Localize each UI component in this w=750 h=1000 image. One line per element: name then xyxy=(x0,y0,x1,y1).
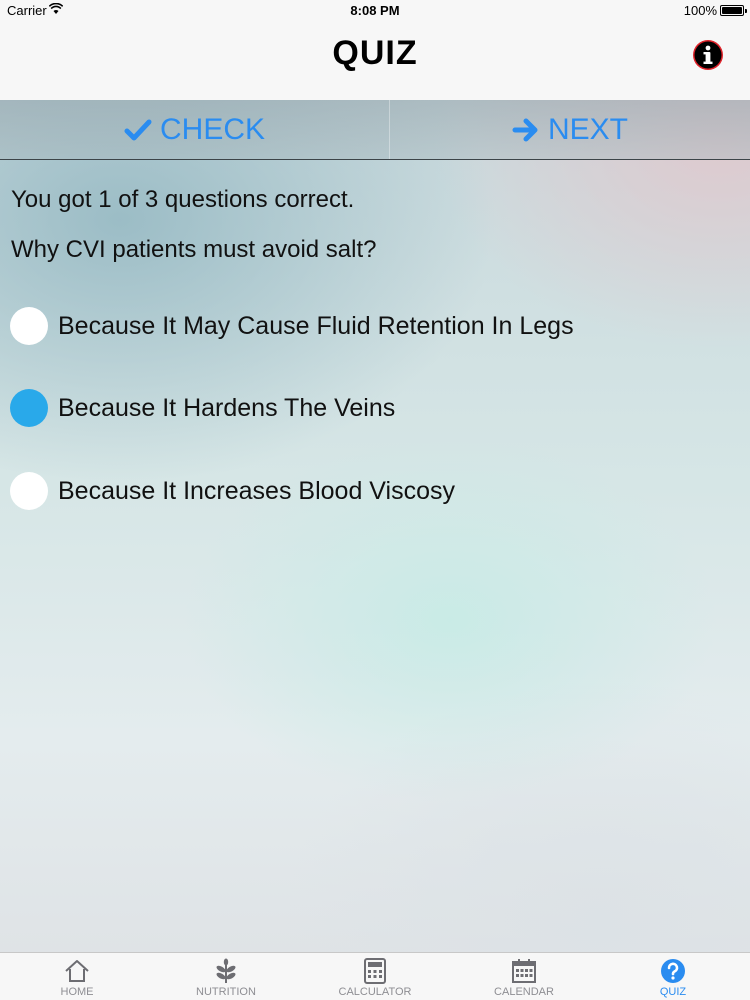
radio-button[interactable] xyxy=(10,307,48,345)
tab-calculator[interactable]: CALCULATOR xyxy=(300,953,450,1000)
tab-calendar[interactable]: CALENDAR xyxy=(449,953,599,1000)
check-label: CHECK xyxy=(159,112,265,146)
tab-label: NUTRITION xyxy=(196,986,256,998)
answer-label: Because It Hardens The Veins xyxy=(58,393,396,422)
check-button[interactable]: CHECK xyxy=(0,100,389,159)
answer-option[interactable]: Because It May Cause Fluid Retention In … xyxy=(10,306,574,346)
next-label: NEXT xyxy=(547,112,628,146)
calendar-icon xyxy=(512,959,536,983)
tab-label: CALCULATOR xyxy=(338,986,412,998)
action-toolbar: CHECK NEXT xyxy=(0,100,750,160)
battery-icon xyxy=(720,5,747,16)
answer-label: Because It May Cause Fluid Retention In … xyxy=(58,311,574,340)
battery-percent: 100% xyxy=(683,3,717,18)
radio-button[interactable] xyxy=(10,472,48,510)
status-time: 8:08 PM xyxy=(350,3,400,18)
page-title: QUIZ xyxy=(332,34,418,72)
home-icon xyxy=(65,960,89,982)
radio-button-selected[interactable] xyxy=(10,389,48,427)
navigation-bar: QUIZ xyxy=(0,22,750,100)
info-icon[interactable] xyxy=(692,39,724,71)
calculator-icon xyxy=(364,958,386,984)
next-button[interactable]: NEXT xyxy=(390,100,750,159)
quiz-content: CHECK NEXT You got 1 of 3 questions corr… xyxy=(0,100,750,952)
tab-quiz[interactable]: QUIZ xyxy=(598,953,748,1000)
tab-label: CALENDAR xyxy=(494,986,554,998)
question-icon xyxy=(661,959,685,983)
tab-label: QUIZ xyxy=(659,986,687,998)
tab-nutrition[interactable]: NUTRITION xyxy=(151,953,301,1000)
question-text: Why CVI patients must avoid salt? xyxy=(11,236,377,263)
tab-home[interactable]: HOME xyxy=(2,953,152,1000)
answer-label: Because It Increases Blood Viscosy xyxy=(58,476,455,505)
leaf-icon xyxy=(216,958,236,983)
arrow-right-icon xyxy=(512,117,540,143)
tab-label: HOME xyxy=(60,986,94,998)
status-bar: Carrier 8:08 PM 100% xyxy=(0,0,750,22)
checkmark-icon xyxy=(124,118,152,142)
score-text: You got 1 of 3 questions correct. xyxy=(11,186,355,213)
answer-option[interactable]: Because It Increases Blood Viscosy xyxy=(10,471,455,511)
answer-option[interactable]: Because It Hardens The Veins xyxy=(10,388,395,428)
tab-bar: HOME NUTRITION CALCULATOR CALENDAR QUIZ xyxy=(0,952,750,1000)
